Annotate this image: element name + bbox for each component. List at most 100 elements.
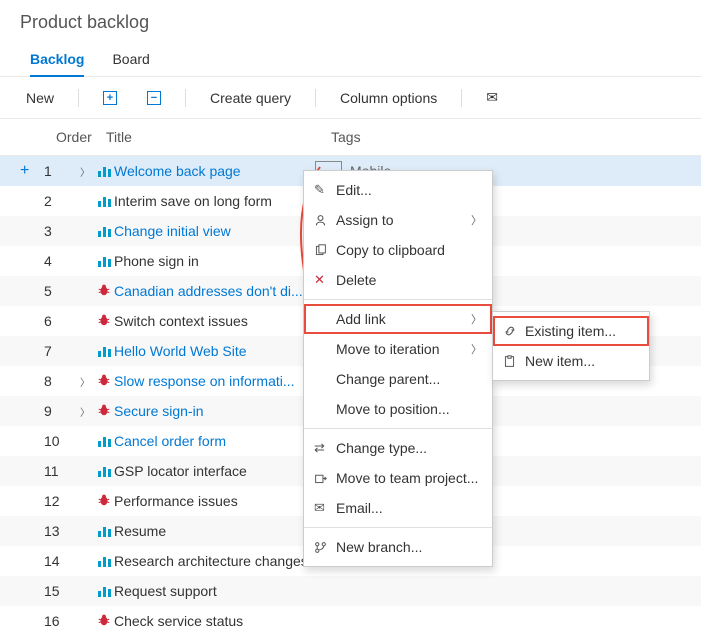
add-icon-button[interactable]: + — [97, 87, 123, 109]
view-tabs: Backlog Board — [0, 43, 701, 77]
col-order-header[interactable]: Order — [56, 129, 106, 145]
bug-icon — [97, 493, 111, 510]
column-options-button[interactable]: Column options — [334, 86, 443, 110]
context-menu: ✎Edit... Assign to〉 Copy to clipboard ✕D… — [303, 170, 493, 567]
submenu-new-item[interactable]: New item... — [493, 346, 649, 376]
item-type-icon — [94, 373, 114, 390]
ctx-add-link-label: Add link — [336, 311, 471, 327]
item-type-icon — [94, 283, 114, 300]
new-button[interactable]: New — [20, 86, 60, 110]
separator — [304, 527, 492, 528]
ctx-move-pos-label: Move to position... — [336, 401, 482, 417]
person-icon — [314, 214, 336, 227]
backlog-row[interactable]: +15Request support — [0, 576, 701, 606]
row-order: 11 — [40, 463, 80, 479]
add-child-icon[interactable]: + — [20, 162, 40, 180]
chevron-right-icon: 〉 — [471, 311, 482, 327]
item-type-icon — [94, 526, 114, 537]
pbi-icon — [98, 226, 111, 237]
row-title: GSP locator interface — [114, 463, 314, 479]
ctx-change-type[interactable]: ⇄Change type... — [304, 433, 492, 463]
ctx-email-label: Email... — [336, 500, 482, 516]
table-header: Order Title Tags — [0, 119, 701, 156]
page-title: Product backlog — [0, 0, 701, 43]
tab-board[interactable]: Board — [112, 43, 149, 76]
row-title[interactable]: Secure sign-in — [114, 403, 314, 419]
ctx-change-parent-label: Change parent... — [336, 371, 482, 387]
row-order: 15 — [40, 583, 80, 599]
ctx-copy-label: Copy to clipboard — [336, 242, 482, 258]
ctx-assign-to[interactable]: Assign to〉 — [304, 205, 492, 235]
ctx-new-branch-label: New branch... — [336, 539, 482, 555]
separator — [461, 89, 462, 107]
expand-icon[interactable]: 〉 — [80, 404, 94, 419]
item-type-icon — [94, 493, 114, 510]
item-type-icon — [94, 346, 114, 357]
pbi-icon — [98, 526, 111, 537]
expand-icon[interactable]: 〉 — [80, 374, 94, 389]
ctx-copy[interactable]: Copy to clipboard — [304, 235, 492, 265]
row-title: Resume — [114, 523, 314, 539]
ctx-change-type-label: Change type... — [336, 440, 482, 456]
ctx-new-branch[interactable]: New branch... — [304, 532, 492, 562]
row-title[interactable]: Welcome back page — [114, 163, 314, 179]
row-order: 3 — [40, 223, 80, 239]
row-title: Research architecture changes — [114, 553, 314, 569]
row-order: 13 — [40, 523, 80, 539]
row-title: Check service status — [114, 613, 314, 629]
submenu-existing-item[interactable]: Existing item... — [493, 316, 649, 346]
row-title[interactable]: Slow response on informati... — [114, 373, 314, 389]
row-order: 2 — [40, 193, 80, 209]
ctx-move-iteration[interactable]: Move to iteration〉 — [304, 334, 492, 364]
row-title: Phone sign in — [114, 253, 314, 269]
ctx-delete[interactable]: ✕Delete — [304, 265, 492, 295]
row-title[interactable]: Cancel order form — [114, 433, 314, 449]
chevron-right-icon: 〉 — [471, 341, 482, 357]
change-type-icon: ⇄ — [314, 440, 336, 456]
col-title-header[interactable]: Title — [106, 129, 331, 145]
ctx-add-link[interactable]: Add link〉 — [304, 304, 492, 334]
row-order: 9 — [40, 403, 80, 419]
pbi-icon — [98, 466, 111, 477]
row-title[interactable]: Hello World Web Site — [114, 343, 314, 359]
ctx-move-team-label: Move to team project... — [336, 470, 482, 486]
create-query-button[interactable]: Create query — [204, 86, 297, 110]
remove-icon-button[interactable]: − — [141, 87, 167, 109]
separator — [185, 89, 186, 107]
row-title: Interim save on long form — [114, 193, 314, 209]
separator — [304, 428, 492, 429]
row-order: 10 — [40, 433, 80, 449]
col-tags-header[interactable]: Tags — [331, 129, 701, 145]
expand-icon[interactable]: 〉 — [80, 164, 94, 179]
item-type-icon — [94, 196, 114, 207]
ctx-move-team[interactable]: Move to team project... — [304, 463, 492, 493]
row-title[interactable]: Change initial view — [114, 223, 314, 239]
row-title[interactable]: Canadian addresses don't di... — [114, 283, 314, 299]
item-type-icon — [94, 226, 114, 237]
item-type-icon — [94, 556, 114, 567]
ctx-assign-label: Assign to — [336, 212, 471, 228]
pbi-icon — [98, 166, 111, 177]
chevron-right-icon: 〉 — [471, 212, 482, 228]
tab-backlog[interactable]: Backlog — [30, 43, 84, 77]
move-project-icon — [314, 472, 336, 485]
bug-icon — [97, 283, 111, 300]
row-title: Request support — [114, 583, 314, 599]
item-type-icon — [94, 403, 114, 420]
ctx-change-parent[interactable]: Change parent... — [304, 364, 492, 394]
branch-icon — [314, 541, 336, 554]
clipboard-icon — [503, 355, 525, 368]
item-type-icon — [94, 466, 114, 477]
ctx-edit[interactable]: ✎Edit... — [304, 175, 492, 205]
pbi-icon — [98, 196, 111, 207]
row-order: 12 — [40, 493, 80, 509]
pbi-icon — [98, 346, 111, 357]
backlog-row[interactable]: +16Check service status — [0, 606, 701, 636]
plus-icon: + — [103, 91, 117, 105]
ctx-email[interactable]: ✉Email... — [304, 493, 492, 523]
separator — [315, 89, 316, 107]
email-button[interactable]: ✉ — [480, 85, 504, 110]
item-type-icon — [94, 313, 114, 330]
minus-icon: − — [147, 91, 161, 105]
ctx-move-position[interactable]: Move to position... — [304, 394, 492, 424]
